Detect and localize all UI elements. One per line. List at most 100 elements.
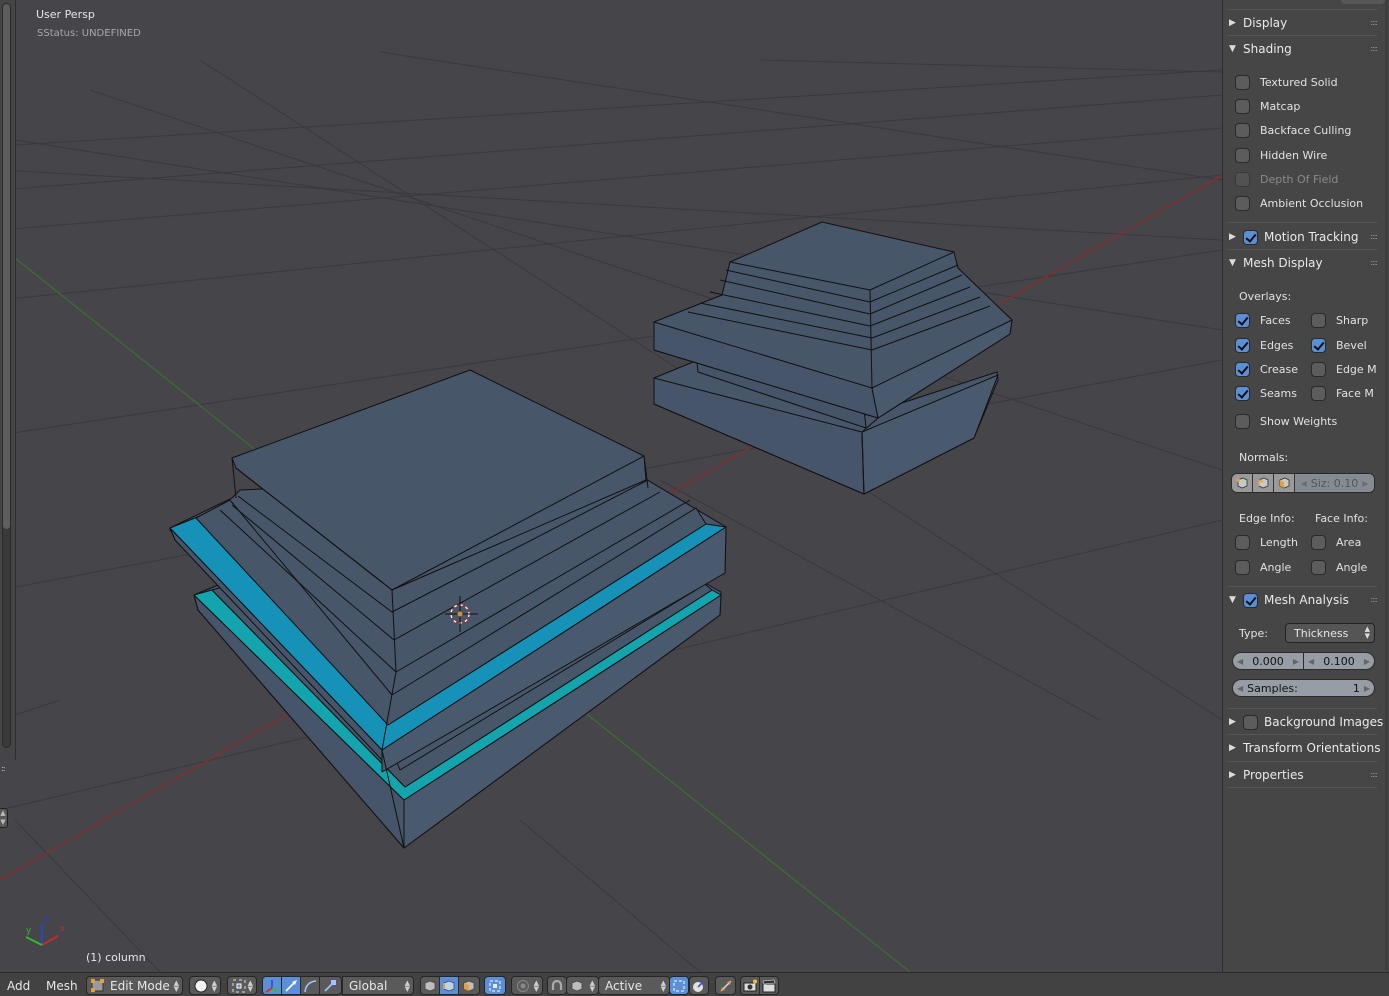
- checkbox[interactable]: [1235, 362, 1250, 377]
- thickness-max-field[interactable]: ◀ 0.100 ▶: [1303, 652, 1375, 670]
- checkbox-matcap[interactable]: Matcap: [1235, 99, 1300, 114]
- limit-selection-visible-toggle[interactable]: [484, 976, 506, 995]
- snap-element-selector[interactable]: ▲ ▼: [566, 976, 599, 995]
- checkbox[interactable]: [1235, 535, 1250, 550]
- normals-label: Normals:: [1239, 451, 1289, 464]
- divider: [1227, 708, 1377, 709]
- panel-mesh-analysis-header[interactable]: ▼ Mesh Analysis ::::: [1229, 589, 1379, 611]
- normals-size-field[interactable]: ◀ Siz: 0.10 ▶: [1295, 474, 1374, 492]
- checkbox-face-marks[interactable]: Face M: [1311, 386, 1374, 401]
- drag-grip-icon[interactable]: ::::: [1370, 232, 1378, 241]
- checkbox[interactable]: [1235, 99, 1250, 114]
- checkbox-face-area[interactable]: Area: [1311, 535, 1361, 550]
- snap-project-toggle[interactable]: [689, 976, 709, 995]
- menu-mesh[interactable]: Mesh: [46, 979, 78, 993]
- vertex-select-mode[interactable]: [421, 977, 440, 994]
- thickness-min-field[interactable]: ◀ 0.000 ▶: [1232, 652, 1304, 670]
- shelf-expand-toggle[interactable]: ▲ ▼: [0, 808, 8, 828]
- opengl-render-image-button[interactable]: [741, 977, 760, 994]
- checkbox-edge-length[interactable]: Length: [1235, 535, 1298, 550]
- checkbox-hidden-wire[interactable]: Hidden Wire: [1235, 148, 1327, 163]
- rotate-manipulator[interactable]: [301, 977, 320, 994]
- translate-manipulator[interactable]: [282, 977, 301, 994]
- snap-align-rotation-toggle[interactable]: [669, 976, 689, 995]
- checkbox[interactable]: [1311, 362, 1326, 377]
- checkbox-faces[interactable]: Faces: [1235, 313, 1291, 328]
- face-normals-button[interactable]: [1274, 474, 1295, 492]
- panel-shading-header[interactable]: ▼ Shading ::::: [1229, 38, 1379, 60]
- snap-target-selector[interactable]: Active ▲ ▼: [598, 976, 670, 995]
- checkbox-crease[interactable]: Crease: [1235, 362, 1298, 377]
- panel-transform-orientations-header[interactable]: ▶ Transform Orientations: [1229, 737, 1389, 759]
- panel-motion-tracking-header[interactable]: ▶ Motion Tracking ::::: [1229, 226, 1379, 248]
- mode-selector[interactable]: Edit Mode ▲ ▼: [86, 976, 183, 995]
- panel-mesh-display-header[interactable]: ▼ Mesh Display ::::: [1229, 252, 1379, 274]
- edge-select-mode[interactable]: [440, 977, 459, 994]
- checkbox[interactable]: [1235, 386, 1250, 401]
- proportional-editing-selector[interactable]: ▲ ▼: [511, 976, 543, 995]
- analysis-type-select[interactable]: Thickness ▲ ▼: [1285, 623, 1375, 643]
- checkbox[interactable]: [1311, 560, 1326, 575]
- checkbox-sharp[interactable]: Sharp: [1311, 313, 1368, 328]
- face-select-mode[interactable]: [459, 977, 478, 994]
- drag-grip-icon[interactable]: ::::: [1370, 770, 1378, 779]
- checkbox[interactable]: [1235, 414, 1250, 429]
- checkbox[interactable]: [1311, 313, 1326, 328]
- checkbox-seams[interactable]: Seams: [1235, 386, 1297, 401]
- checkbox-depth-of-field: Depth Of Field: [1235, 172, 1338, 187]
- checkbox[interactable]: [1235, 123, 1250, 138]
- orientation-label: Global: [349, 978, 388, 993]
- checkbox[interactable]: [1235, 338, 1250, 353]
- checkbox-edge-marks[interactable]: Edge M: [1311, 362, 1377, 377]
- mesh-analysis-checkbox[interactable]: [1243, 592, 1258, 608]
- checkbox[interactable]: [1311, 535, 1326, 550]
- menu-add[interactable]: Add: [7, 979, 30, 993]
- checkbox[interactable]: [1235, 148, 1250, 163]
- samples-field[interactable]: ◀ Samples: 1 ▶: [1232, 679, 1375, 697]
- checkbox-backface-culling[interactable]: Backface Culling: [1235, 123, 1351, 138]
- region-resize-grip-icon[interactable]: ::: [1, 765, 6, 773]
- drag-grip-icon[interactable]: ::::: [1370, 44, 1378, 53]
- background-images-checkbox[interactable]: [1243, 714, 1258, 730]
- panel-background-images-header[interactable]: ▶ Background Images: [1229, 711, 1389, 733]
- checkbox-face-angle[interactable]: Angle: [1311, 560, 1367, 575]
- checkbox-bevel[interactable]: Bevel: [1311, 338, 1367, 353]
- checkbox-edge-angle[interactable]: Angle: [1235, 560, 1291, 575]
- scale-manipulator[interactable]: [320, 977, 339, 994]
- checkbox: [1235, 172, 1250, 187]
- checkbox[interactable]: [1311, 338, 1326, 353]
- panel-properties-header[interactable]: ▶ Properties ::::: [1229, 764, 1379, 786]
- checkbox-label: Sharp: [1336, 314, 1369, 327]
- manipulator-toggle[interactable]: [263, 977, 282, 994]
- tool-shelf-edge: [0, 0, 16, 760]
- checkbox[interactable]: [1311, 386, 1326, 401]
- panel-display-header[interactable]: ▶ Display ::::: [1229, 12, 1379, 34]
- propagate-toggle[interactable]: [715, 976, 736, 995]
- checkbox[interactable]: [1235, 313, 1250, 328]
- checkbox[interactable]: [1235, 560, 1250, 575]
- pivot-point-selector[interactable]: ▲ ▼: [227, 976, 257, 995]
- checkbox-edges[interactable]: Edges: [1235, 338, 1293, 353]
- checkbox[interactable]: [1235, 196, 1250, 211]
- drag-grip-icon[interactable]: ::::: [1370, 595, 1378, 604]
- transform-orientation-selector[interactable]: Global ▲ ▼: [342, 976, 414, 995]
- split-normals-button[interactable]: [1253, 474, 1274, 492]
- 3d-viewport[interactable]: User Persp SStatus: UNDEFINED (1) column…: [0, 0, 1222, 972]
- checkbox[interactable]: [1235, 75, 1250, 90]
- drag-grip-icon[interactable]: ::::: [1370, 18, 1378, 27]
- checkbox-show-weights[interactable]: Show Weights: [1235, 414, 1337, 429]
- vertex-normals-button[interactable]: [1232, 474, 1253, 492]
- checkbox-textured-solid[interactable]: Textured Solid: [1235, 75, 1338, 90]
- bounding-box-center-icon: [232, 979, 246, 992]
- drag-grip-icon[interactable]: ::::: [1370, 258, 1378, 267]
- viewport-shading-selector[interactable]: ▲ ▼: [189, 976, 221, 995]
- checkbox-ambient-occlusion[interactable]: Ambient Occlusion: [1235, 196, 1363, 211]
- tool-shelf-scrollbar[interactable]: [2, 3, 11, 748]
- motion-tracking-checkbox[interactable]: [1243, 229, 1258, 245]
- opengl-render-animation-button[interactable]: [760, 977, 778, 994]
- snap-toggle[interactable]: [547, 976, 567, 995]
- checkbox-label: Area: [1336, 536, 1362, 549]
- vertex-select-cube-icon: [424, 980, 436, 991]
- scrollbar-thumb[interactable]: [3, 4, 10, 529]
- panel-scrollbar[interactable]: [1385, 0, 1388, 970]
